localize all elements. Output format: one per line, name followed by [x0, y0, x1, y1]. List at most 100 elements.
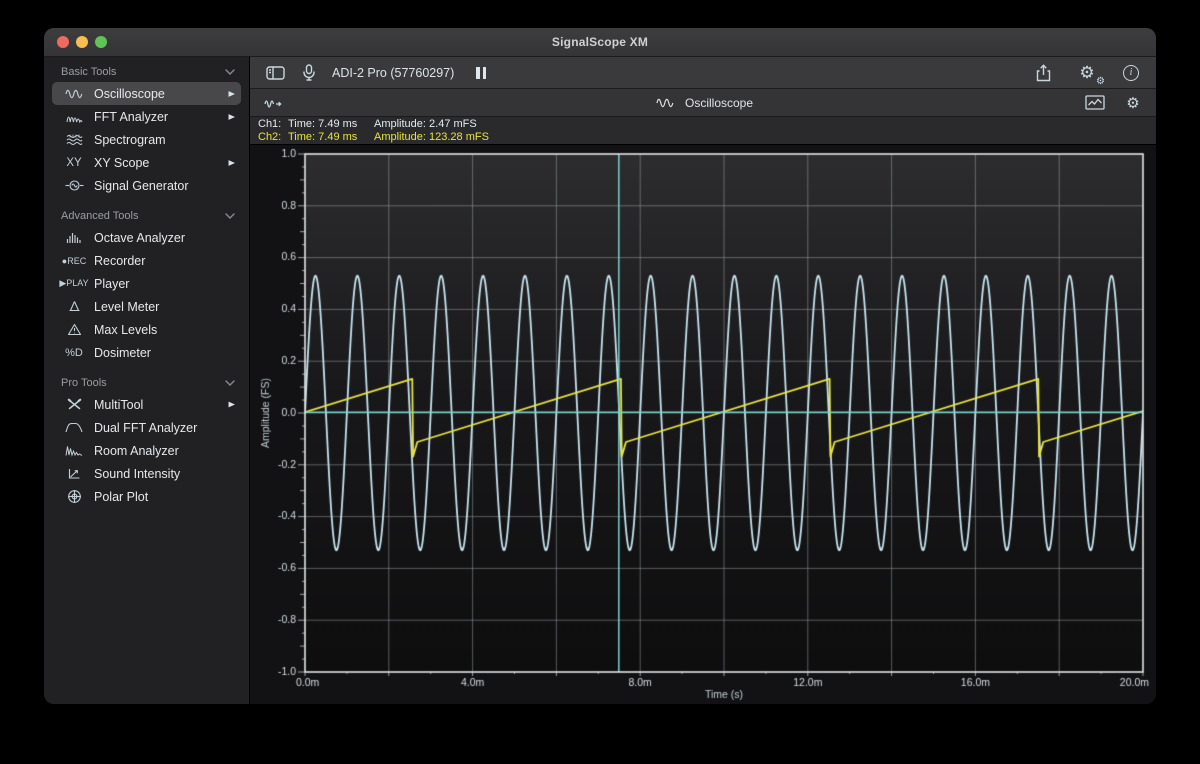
ch2-amplitude: Amplitude: 123.28 mFS — [374, 131, 489, 144]
gears-icon: ⚙⚙ — [1079, 64, 1094, 81]
tool-settings-button[interactable]: ⚙⚙ — [1074, 61, 1100, 85]
spectrogram-icon — [60, 133, 88, 146]
sidebar-item-label: XY Scope — [88, 156, 228, 170]
section-label: Advanced Tools — [61, 210, 138, 222]
sidebar-item-room-analyzer[interactable]: Room Analyzer — [52, 439, 241, 462]
sidebar-item-octave-analyzer[interactable]: Octave Analyzer — [52, 226, 241, 249]
sidebar-item-label: Max Levels — [88, 323, 235, 337]
sidebar-item-label: Room Analyzer — [88, 444, 235, 458]
ch1-readout: Ch1: Time: 7.49 ms Amplitude: 2.47 mFS — [258, 118, 1156, 131]
ch1-time: Time: 7.49 ms — [288, 118, 374, 131]
sidebar-section-header: Advanced Tools — [44, 206, 249, 226]
device-label[interactable]: ADI-2 Pro (57760297) — [332, 66, 454, 80]
ch2-time: Time: 7.49 ms — [288, 131, 374, 144]
sidebar-item-label: Signal Generator — [88, 179, 235, 193]
share-button[interactable] — [1030, 61, 1056, 85]
sidebar-item-oscilloscope[interactable]: Oscilloscope▶ — [52, 82, 241, 105]
sidebar-toggle-button[interactable] — [262, 61, 288, 85]
input-signal-icon — [264, 96, 283, 110]
info-button[interactable]: i — [1118, 61, 1144, 85]
ch1-label: Ch1: — [258, 118, 288, 131]
sidebar-item-label: Recorder — [88, 254, 235, 268]
sidebar-item-sound-intensity[interactable]: Sound Intensity — [52, 462, 241, 485]
ch2-label: Ch2: — [258, 131, 288, 144]
sidebar-item-level-meter[interactable]: Level Meter — [52, 295, 241, 318]
sidebar-item-spectrogram[interactable]: Spectrogram — [52, 128, 241, 151]
sidebar-item-dosimeter[interactable]: %DDosimeter — [52, 341, 241, 364]
sidebar-item-signal-generator[interactable]: Signal Generator — [52, 174, 241, 197]
info-icon: i — [1123, 65, 1139, 81]
scope-settings-button[interactable]: ⚙ — [1120, 91, 1146, 115]
sidebar-section-header: Basic Tools — [44, 62, 249, 82]
signal-generator-icon — [60, 179, 88, 192]
sidebar-item-dual-fft-analyzer[interactable]: Dual FFT Analyzer — [52, 416, 241, 439]
display-options-button[interactable] — [1082, 91, 1108, 115]
pause-button[interactable] — [468, 61, 494, 85]
sidebar-item-multitool[interactable]: MultiTool▶ — [52, 393, 241, 416]
max-levels-icon — [60, 323, 88, 336]
chart-area — [250, 145, 1156, 704]
sidebar-item-fft-analyzer[interactable]: FFT Analyzer▶ — [52, 105, 241, 128]
scope-header: Oscilloscope ⚙ — [250, 89, 1156, 117]
sidebar-item-label: FFT Analyzer — [88, 110, 228, 124]
window-title: SignalScope XM — [44, 35, 1156, 49]
ch2-readout: Ch2: Time: 7.49 ms Amplitude: 123.28 mFS — [258, 131, 1156, 144]
sidebar-item-polar-plot[interactable]: Polar Plot — [52, 485, 241, 508]
input-source-button[interactable] — [296, 61, 322, 85]
titlebar: SignalScope XM — [44, 28, 1156, 57]
zoom-window-button[interactable] — [95, 36, 107, 48]
sidebar-item-xy-scope[interactable]: XYXY Scope▶ — [52, 151, 241, 174]
scope-title: Oscilloscope — [685, 96, 753, 110]
dual-fft-icon — [60, 422, 88, 433]
dosimeter-icon: %D — [60, 347, 88, 359]
input-signal-button[interactable] — [260, 91, 286, 115]
rec-icon: ●REC — [60, 256, 88, 266]
fft-icon — [60, 111, 88, 123]
sound-intensity-icon — [60, 467, 88, 480]
section-label: Pro Tools — [61, 377, 107, 389]
section-label: Basic Tools — [61, 66, 116, 78]
gear-icon: ⚙ — [1126, 94, 1139, 112]
level-meter-icon — [60, 300, 88, 313]
minimize-window-button[interactable] — [76, 36, 88, 48]
chart-display-icon — [1085, 95, 1105, 110]
sidebar-section-header: Pro Tools — [44, 373, 249, 393]
sidebar-item-label: Oscilloscope — [88, 87, 228, 101]
sidebar-item-label: Player — [88, 277, 235, 291]
microphone-icon — [302, 64, 316, 81]
sidebar-item-label: Spectrogram — [88, 133, 235, 147]
xy-icon: XY — [60, 157, 88, 169]
chevron-down-icon[interactable] — [225, 66, 235, 78]
sidebar-item-label: Level Meter — [88, 300, 235, 314]
play-icon: ▶PLAY — [60, 278, 88, 289]
sine-wave-icon — [60, 88, 88, 100]
detail-arrow-icon[interactable]: ▶ — [228, 89, 235, 99]
sidebar-item-player[interactable]: ▶PLAYPlayer — [52, 272, 241, 295]
sidebar-item-label: Dual FFT Analyzer — [88, 421, 235, 435]
sidebar-item-label: Dosimeter — [88, 346, 235, 360]
close-window-button[interactable] — [57, 36, 69, 48]
detail-arrow-icon[interactable]: ▶ — [228, 112, 235, 122]
main-content: ADI-2 Pro (57760297) ⚙⚙ i — [250, 57, 1156, 704]
sidebar-item-label: Octave Analyzer — [88, 231, 235, 245]
detail-arrow-icon[interactable]: ▶ — [228, 400, 235, 410]
cursor-readout: Ch1: Time: 7.49 ms Amplitude: 2.47 mFS C… — [250, 117, 1156, 145]
main-toolbar: ADI-2 Pro (57760297) ⚙⚙ i — [250, 57, 1156, 89]
oscilloscope-plot[interactable] — [250, 145, 1156, 704]
ch1-amplitude: Amplitude: 2.47 mFS — [374, 118, 477, 131]
sidebar-toggle-icon — [266, 66, 285, 80]
sidebar-item-recorder[interactable]: ●RECRecorder — [52, 249, 241, 272]
sidebar-item-max-levels[interactable]: Max Levels — [52, 318, 241, 341]
sidebar-item-label: MultiTool — [88, 398, 228, 412]
app-window: SignalScope XM Basic ToolsOscilloscope▶F… — [44, 28, 1156, 704]
polar-plot-icon — [60, 489, 88, 504]
traffic-lights — [57, 28, 107, 56]
sine-wave-icon — [653, 97, 677, 109]
share-icon — [1036, 64, 1051, 82]
sidebar-item-label: Polar Plot — [88, 490, 235, 504]
detail-arrow-icon[interactable]: ▶ — [228, 158, 235, 168]
sidebar-item-label: Sound Intensity — [88, 467, 235, 481]
chevron-down-icon[interactable] — [225, 210, 235, 222]
room-analyzer-icon — [60, 445, 88, 457]
chevron-down-icon[interactable] — [225, 377, 235, 389]
